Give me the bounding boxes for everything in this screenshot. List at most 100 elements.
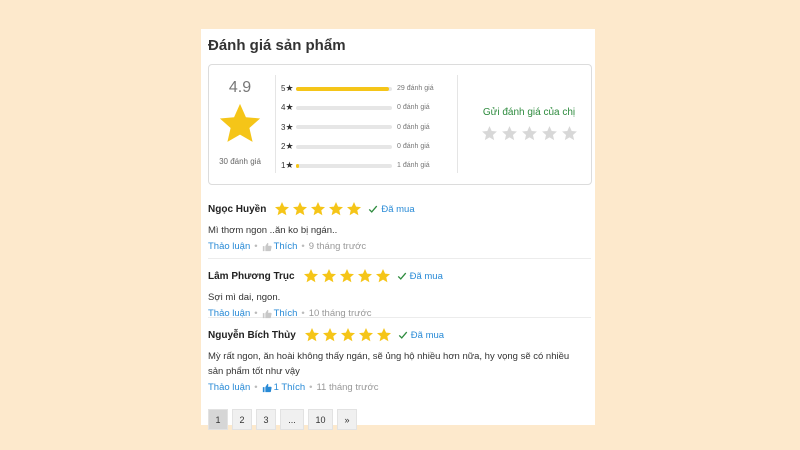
pagination: 1 2 3 ... 10 »	[208, 409, 591, 430]
thumbs-up-icon	[262, 309, 272, 318]
bar-track	[296, 86, 392, 91]
star-icon	[358, 328, 373, 342]
page-button-3[interactable]: 3	[256, 409, 276, 430]
discuss-link[interactable]: Thảo luận	[208, 241, 250, 252]
breakdown-row-3[interactable]: 3★ 0 đánh giá	[281, 118, 451, 137]
verified-label: Đã mua	[409, 270, 443, 282]
review-stars	[304, 327, 392, 343]
review-stars	[303, 268, 391, 284]
small-star-icon: ★	[285, 83, 294, 94]
like-label: Thích	[273, 241, 298, 252]
star-icon	[376, 328, 391, 342]
verified-purchase-badge: Đã mua	[368, 203, 415, 215]
breakdown-count: 29 đánh giá	[397, 85, 434, 93]
verified-label: Đã mua	[381, 203, 415, 215]
discuss-link[interactable]: Thảo luận	[208, 382, 250, 393]
star-icon	[322, 328, 337, 342]
summary-divider	[275, 75, 276, 173]
big-star-icon	[219, 103, 261, 142]
star-icon	[347, 202, 362, 216]
review-text: Mì thơm ngon ..ăn ko bị ngán..	[208, 225, 338, 236]
star-icon	[275, 202, 290, 216]
review-text: Mỳ rất ngon, ăn hoài không thấy ngán, sẽ…	[208, 351, 570, 377]
submit-rating-label[interactable]: Gửi đánh giá của chị	[465, 107, 593, 118]
star-icon	[339, 269, 354, 283]
section-title: Đánh giá sản phẩm	[208, 37, 346, 54]
review-item: Lâm Phương Trục Đã mua Sợi mì dai, ngon.…	[208, 259, 591, 319]
bar-track	[296, 125, 392, 130]
bar-track	[296, 105, 392, 110]
star-icon	[329, 202, 344, 216]
small-star-icon: ★	[285, 121, 294, 132]
breakdown-row-4[interactable]: 4★ 0 đánh giá	[281, 98, 451, 117]
small-star-icon: ★	[285, 102, 294, 113]
check-icon	[398, 331, 408, 339]
breakdown-row-2[interactable]: 2★ 0 đánh giá	[281, 137, 451, 156]
review-time: 11 tháng trước	[316, 382, 379, 393]
submit-rating-section: Gửi đánh giá của chị	[465, 107, 593, 142]
rating-breakdown: 5★ 29 đánh giá 4★ 0 đánh giá 3★ 0 đánh g…	[281, 79, 451, 175]
page-button-10[interactable]: 10	[308, 409, 333, 430]
rating-option-star-icon[interactable]	[541, 125, 558, 142]
review-actions: Thảo luận • Thích • 9 tháng trước	[208, 241, 591, 252]
summary-divider	[457, 75, 458, 173]
review-actions: Thảo luận • 1 Thích • 11 tháng trước	[208, 382, 591, 393]
separator-dot: •	[309, 382, 313, 393]
review-time: 9 tháng trước	[308, 241, 367, 252]
star-icon	[293, 202, 308, 216]
breakdown-count: 0 đánh giá	[397, 104, 430, 112]
thumbs-up-icon	[262, 383, 272, 392]
review-text: Sợi mì dai, ngon.	[208, 292, 281, 303]
star-icon	[375, 269, 390, 283]
product-review-panel: Đánh giá sản phẩm 4.9 30 đánh giá 5★ 29 …	[201, 29, 595, 430]
star-icon	[357, 269, 372, 283]
bar-fill	[296, 86, 390, 91]
average-rating: 4.9 30 đánh giá	[209, 65, 271, 184]
breakdown-count: 1 đánh giá	[397, 162, 430, 170]
separator-dot: •	[254, 382, 258, 393]
rating-summary: 4.9 30 đánh giá 5★ 29 đánh giá 4★ 0 đánh…	[208, 64, 592, 185]
thumbs-up-icon	[262, 242, 272, 251]
like-label: 1 Thích	[273, 382, 306, 393]
star-icon	[311, 202, 326, 216]
like-button[interactable]: 1 Thích	[262, 382, 306, 393]
breakdown-count: 0 đánh giá	[397, 143, 430, 151]
separator-dot: •	[254, 241, 258, 252]
check-icon	[369, 205, 378, 213]
page-button-1[interactable]: 1	[208, 409, 228, 430]
rating-star-picker[interactable]	[465, 125, 593, 142]
star-icon	[303, 269, 318, 283]
small-star-icon: ★	[285, 141, 294, 152]
review-stars	[274, 201, 362, 217]
bar-track	[296, 163, 392, 168]
bar-fill	[296, 163, 299, 168]
rating-option-star-icon[interactable]	[501, 125, 518, 142]
breakdown-row-1[interactable]: 1★ 1 đánh giá	[281, 156, 451, 175]
page-ellipsis[interactable]: ...	[280, 409, 304, 430]
star-icon	[304, 328, 319, 342]
separator-dot: •	[301, 241, 305, 252]
small-star-icon: ★	[285, 160, 294, 171]
bar-track	[296, 144, 392, 149]
next-page-button[interactable]: »	[337, 409, 357, 430]
review-item: Ngọc Huyền Đã mua Mì thơm ngon ..ăn ko b…	[208, 185, 591, 259]
verified-label: Đã mua	[410, 329, 445, 341]
star-icon	[340, 328, 355, 342]
rating-option-star-icon[interactable]	[561, 125, 578, 142]
rating-option-star-icon[interactable]	[481, 125, 498, 142]
like-button[interactable]: Thích	[262, 241, 298, 252]
review-item: Nguyễn Bích Thủy Đã mua Mỳ rất ngon, ăn …	[208, 318, 591, 430]
check-icon	[397, 272, 406, 280]
total-reviews-count: 30 đánh giá	[219, 157, 261, 166]
reviewer-name: Lâm Phương Trục	[208, 270, 295, 282]
reviewer-name: Ngọc Huyền	[208, 203, 267, 215]
breakdown-count: 0 đánh giá	[397, 123, 430, 131]
star-icon	[321, 269, 336, 283]
average-score: 4.9	[228, 79, 252, 96]
reviewer-name: Nguyễn Bích Thủy	[208, 329, 296, 341]
rating-option-star-icon[interactable]	[521, 125, 538, 142]
breakdown-row-5[interactable]: 5★ 29 đánh giá	[281, 79, 451, 98]
page-button-2[interactable]: 2	[232, 409, 252, 430]
verified-purchase-badge: Đã mua	[397, 271, 443, 282]
verified-purchase-badge: Đã mua	[398, 330, 444, 341]
